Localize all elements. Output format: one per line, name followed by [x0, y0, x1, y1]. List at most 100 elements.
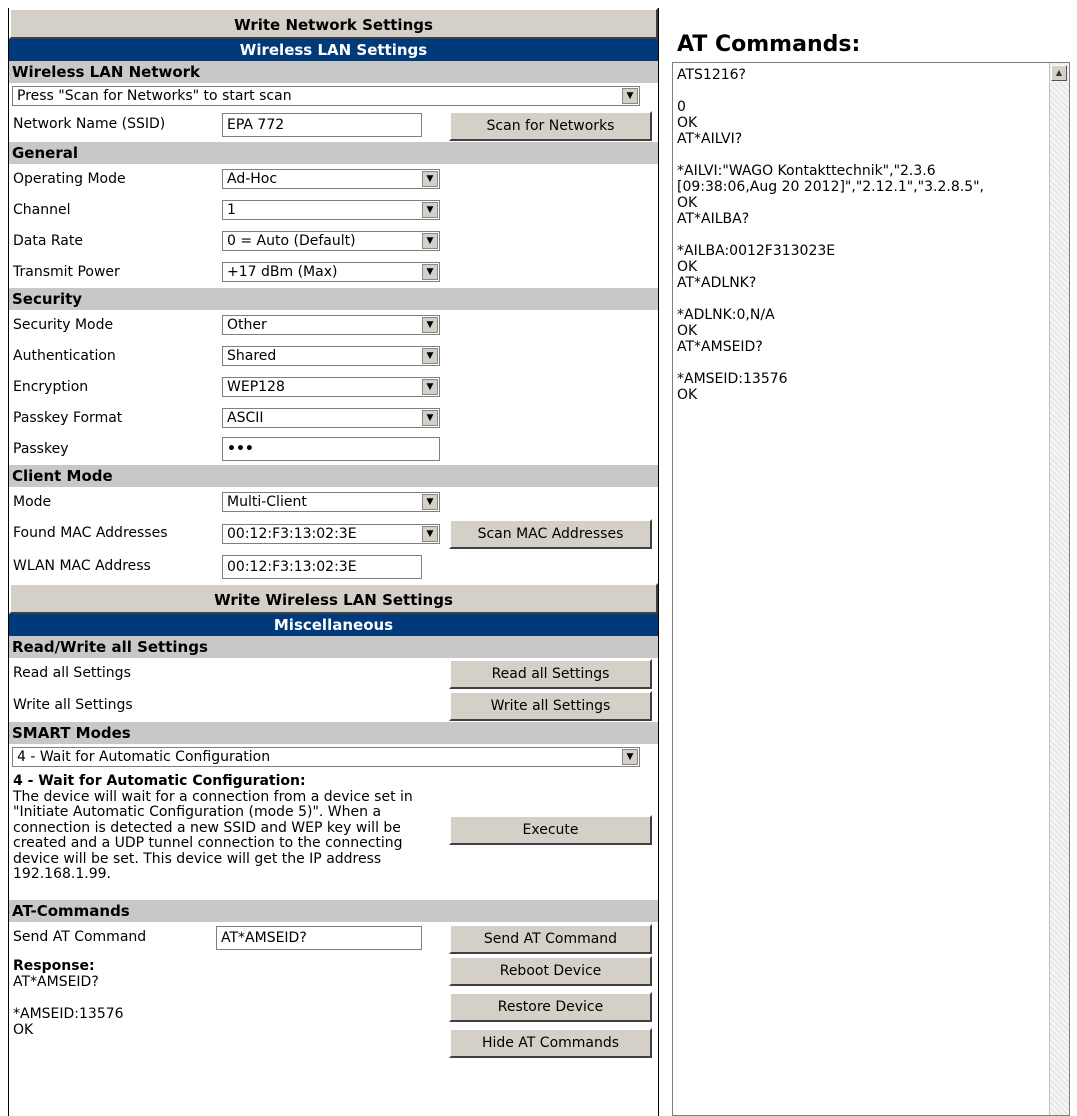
client-mode-value: Multi-Client	[227, 494, 307, 510]
smart-mode-description: 4 - Wait for Automatic Configuration: Th…	[9, 770, 658, 900]
scan-mac-addresses-button[interactable]: Scan MAC Addresses	[449, 519, 652, 549]
chevron-down-icon[interactable]: ▼	[622, 749, 638, 765]
passkey-format-select[interactable]: ASCII ▼	[222, 408, 440, 428]
at-log-scrollbar[interactable]: ▲	[1049, 63, 1069, 1115]
smart-mode-description-body: The device will wait for a connection fr…	[13, 788, 413, 882]
found-mac-row: Found MAC Addresses 00:12:F3:13:02:3E ▼ …	[9, 518, 658, 551]
settings-panel: Write Network Settings Wireless LAN Sett…	[8, 8, 659, 1116]
security-mode-row: Security Mode Other ▼	[9, 310, 658, 341]
chevron-down-icon[interactable]: ▼	[422, 264, 438, 280]
transmit-power-row: Transmit Power +17 dBm (Max) ▼	[9, 257, 658, 288]
read-all-label: Read all Settings	[13, 665, 131, 681]
wlan-mac-label: WLAN MAC Address	[13, 558, 151, 574]
reboot-device-button[interactable]: Reboot Device	[449, 956, 652, 986]
passkey-input[interactable]: •••	[222, 437, 440, 461]
authentication-value: Shared	[227, 348, 277, 364]
transmit-power-value: +17 dBm (Max)	[227, 264, 338, 280]
channel-label: Channel	[13, 202, 71, 218]
authentication-select[interactable]: Shared ▼	[222, 346, 440, 366]
write-network-settings-button[interactable]: Write Network Settings	[9, 8, 658, 39]
response-title: Response:	[13, 958, 95, 974]
general-section: General	[9, 142, 658, 164]
passkey-format-row: Passkey Format ASCII ▼	[9, 403, 658, 434]
smart-modes-section: SMART Modes	[9, 722, 658, 744]
ssid-row: Network Name (SSID) EPA 772 Scan for Net…	[9, 109, 658, 142]
found-mac-select[interactable]: 00:12:F3:13:02:3E ▼	[222, 524, 440, 544]
read-all-settings-button[interactable]: Read all Settings	[449, 659, 652, 689]
miscellaneous-header: Miscellaneous	[9, 614, 658, 636]
chevron-down-icon[interactable]: ▼	[422, 526, 438, 542]
transmit-power-select[interactable]: +17 dBm (Max) ▼	[222, 262, 440, 282]
network-scan-row: Press "Scan for Networks" to start scan …	[9, 83, 658, 109]
wireless-lan-settings-header: Wireless LAN Settings	[9, 39, 658, 61]
channel-value: 1	[227, 202, 236, 218]
data-rate-label: Data Rate	[13, 233, 83, 249]
authentication-label: Authentication	[13, 348, 116, 364]
transmit-power-label: Transmit Power	[13, 264, 120, 280]
authentication-row: Authentication Shared ▼	[9, 341, 658, 372]
at-command-input[interactable]: AT*AMSEID?	[216, 926, 422, 950]
at-commands-section: AT-Commands	[9, 900, 658, 922]
response-text: Response: AT*AMSEID? *AMSEID:13576 OK	[13, 958, 124, 1038]
found-mac-value: 00:12:F3:13:02:3E	[227, 526, 357, 542]
at-commands-log-text: ATS1216? 0 OK AT*AILVI? *AILVI:"WAGO Kon…	[677, 67, 984, 403]
operating-mode-label: Operating Mode	[13, 171, 126, 187]
encryption-select[interactable]: WEP128 ▼	[222, 377, 440, 397]
network-scan-select-value: Press "Scan for Networks" to start scan	[17, 88, 292, 104]
data-rate-value: 0 = Auto (Default)	[227, 233, 356, 249]
network-scan-select[interactable]: Press "Scan for Networks" to start scan …	[12, 86, 640, 106]
smart-mode-row: 4 - Wait for Automatic Configuration ▼	[9, 744, 658, 770]
chevron-down-icon[interactable]: ▼	[422, 171, 438, 187]
hide-at-commands-button[interactable]: Hide AT Commands	[449, 1028, 652, 1058]
passkey-label: Passkey	[13, 441, 69, 457]
chevron-down-icon[interactable]: ▼	[422, 202, 438, 218]
send-at-command-button[interactable]: Send AT Command	[449, 924, 652, 954]
operating-mode-select[interactable]: Ad-Hoc ▼	[222, 169, 440, 189]
wlan-mac-input[interactable]: 00:12:F3:13:02:3E	[222, 555, 422, 579]
security-mode-value: Other	[227, 317, 267, 333]
scan-for-networks-button[interactable]: Scan for Networks	[449, 111, 652, 141]
passkey-format-value: ASCII	[227, 410, 264, 426]
encryption-label: Encryption	[13, 379, 89, 395]
client-mode-label: Mode	[13, 494, 52, 510]
encryption-row: Encryption WEP128 ▼	[9, 372, 658, 403]
at-commands-title: AT Commands:	[677, 32, 861, 57]
at-commands-log[interactable]: ATS1216? 0 OK AT*AILVI? *AILVI:"WAGO Kon…	[672, 62, 1070, 1116]
ssid-input[interactable]: EPA 772	[222, 113, 422, 137]
restore-device-button[interactable]: Restore Device	[449, 992, 652, 1022]
channel-row: Channel 1 ▼	[9, 195, 658, 226]
channel-select[interactable]: 1 ▼	[222, 200, 440, 220]
found-mac-label: Found MAC Addresses	[13, 525, 168, 541]
chevron-down-icon[interactable]: ▼	[422, 379, 438, 395]
read-all-row: Read all Settings Read all Settings	[9, 658, 658, 690]
smart-mode-description-title: 4 - Wait for Automatic Configuration:	[13, 773, 306, 789]
read-write-all-section: Read/Write all Settings	[9, 636, 658, 658]
write-all-settings-button[interactable]: Write all Settings	[449, 691, 652, 721]
send-at-row: Send AT Command AT*AMSEID? Send AT Comma…	[9, 922, 658, 954]
passkey-row: Passkey •••	[9, 434, 658, 465]
execute-button[interactable]: Execute	[449, 815, 652, 845]
wlan-mac-row: WLAN MAC Address 00:12:F3:13:02:3E	[9, 551, 658, 583]
client-mode-select[interactable]: Multi-Client ▼	[222, 492, 440, 512]
response-area: Response: AT*AMSEID? *AMSEID:13576 OK Re…	[9, 954, 658, 1066]
chevron-down-icon[interactable]: ▼	[422, 494, 438, 510]
write-all-row: Write all Settings Write all Settings	[9, 690, 658, 722]
chevron-down-icon[interactable]: ▼	[422, 233, 438, 249]
security-mode-label: Security Mode	[13, 317, 114, 333]
data-rate-select[interactable]: 0 = Auto (Default) ▼	[222, 231, 440, 251]
response-body: AT*AMSEID? *AMSEID:13576 OK	[13, 974, 124, 1038]
chevron-down-icon[interactable]: ▼	[422, 348, 438, 364]
security-mode-select[interactable]: Other ▼	[222, 315, 440, 335]
write-wireless-lan-settings-button[interactable]: Write Wireless LAN Settings	[9, 583, 658, 614]
chevron-down-icon[interactable]: ▼	[622, 88, 638, 104]
smart-mode-value: 4 - Wait for Automatic Configuration	[17, 749, 271, 765]
chevron-down-icon[interactable]: ▼	[422, 410, 438, 426]
operating-mode-row: Operating Mode Ad-Hoc ▼	[9, 164, 658, 195]
scroll-up-icon[interactable]: ▲	[1051, 65, 1067, 81]
security-section: Security	[9, 288, 658, 310]
chevron-down-icon[interactable]: ▼	[422, 317, 438, 333]
client-mode-row: Mode Multi-Client ▼	[9, 487, 658, 518]
passkey-format-label: Passkey Format	[13, 410, 123, 426]
smart-mode-description-text: 4 - Wait for Automatic Configuration: Th…	[13, 773, 433, 883]
smart-mode-select[interactable]: 4 - Wait for Automatic Configuration ▼	[12, 747, 640, 767]
